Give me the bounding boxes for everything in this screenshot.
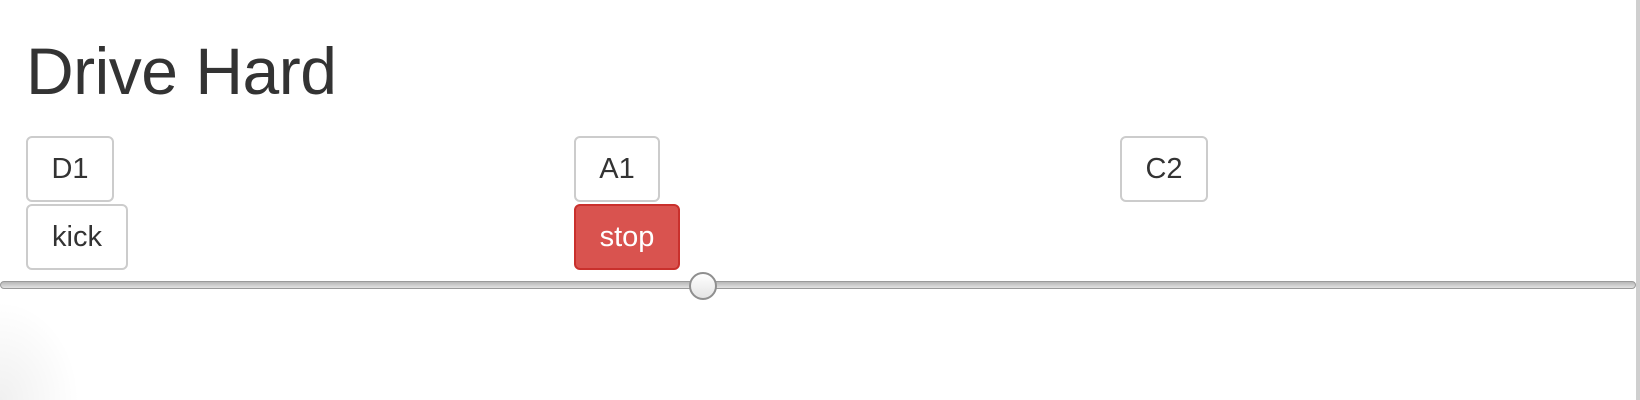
slider-handle[interactable] (689, 272, 717, 300)
window-edge (1636, 0, 1640, 400)
kick-button[interactable]: kick (26, 204, 128, 270)
page-title: Drive Hard (26, 34, 337, 108)
d1-button[interactable]: D1 (26, 136, 114, 202)
corner-shadow (0, 300, 80, 400)
slider-track[interactable] (0, 281, 1636, 289)
c2-button[interactable]: C2 (1120, 136, 1208, 202)
stop-button[interactable]: stop (574, 204, 680, 270)
a1-button[interactable]: A1 (574, 136, 660, 202)
